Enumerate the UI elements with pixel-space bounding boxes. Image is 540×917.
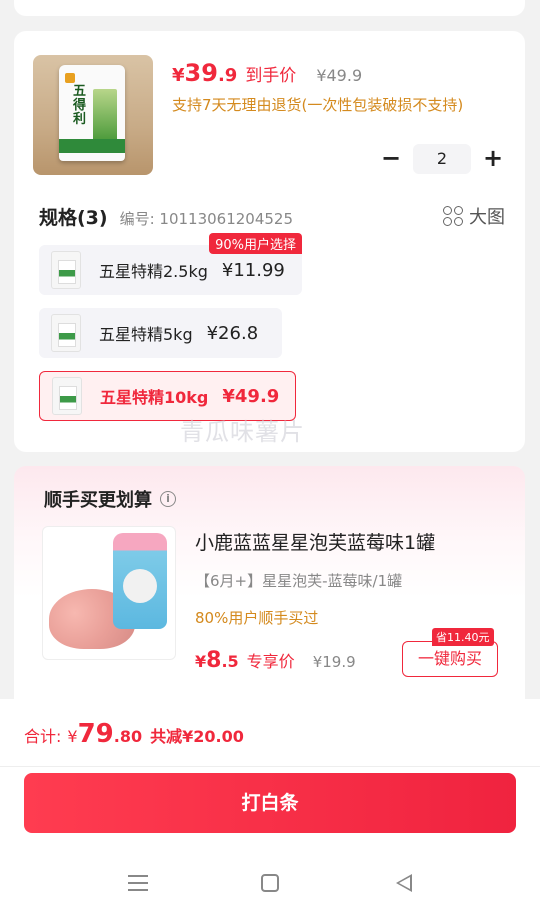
original-price: ¥49.9 (316, 66, 363, 85)
info-icon[interactable]: i (160, 491, 176, 507)
option-thumbnail (51, 314, 81, 352)
bag-brand-name: 五得利 (73, 84, 87, 127)
option-price: ¥11.99 (221, 259, 285, 281)
spec-option-5kg[interactable]: 五星特精5kg ¥26.8 (39, 308, 282, 358)
bundle-social-proof: 80%用户顺手买过 (195, 609, 319, 627)
divider (0, 766, 540, 767)
bundle-price: ¥8.5 (195, 648, 239, 673)
option-name: 五星特精2.5kg (99, 262, 208, 281)
order-total: 合计: ¥ 79 .80 共减¥20.00 (24, 719, 244, 749)
qty-minus-button[interactable]: − (377, 145, 405, 173)
price-row: ¥39.9 到手价 ¥49.9 (172, 59, 362, 87)
option-name: 五星特精5kg (99, 325, 193, 344)
bundle-price-row: ¥8.5 专享价 ¥19.9 (195, 648, 356, 673)
bundle-original-price: ¥19.9 (312, 653, 356, 671)
grid-view-icon (443, 206, 463, 226)
spec-option-2-5kg[interactable]: 五星特精2.5kg ¥11.99 90%用户选择 (39, 233, 302, 295)
bundle-title: 顺手买更划算 i (44, 486, 176, 512)
bundle-product-spec: 【6月+】星星泡芙-蓝莓味/1罐 (195, 572, 403, 590)
product-card: 五得利 ¥39.9 到手价 ¥49.9 支持7天无理由退货(一次性包装破损不支持… (14, 31, 525, 452)
bundle-product-image[interactable] (42, 526, 176, 660)
big-image-label: 大图 (469, 207, 505, 228)
previous-card-edge (14, 0, 525, 16)
flour-bag-image: 五得利 (59, 65, 125, 161)
option-thumbnail (51, 251, 81, 289)
total-discount: 共减¥20.00 (150, 727, 244, 746)
option-name: 五星特精10kg (100, 388, 209, 407)
puffs-jar-image (113, 533, 167, 629)
option-price: ¥49.9 (222, 385, 280, 407)
system-navigation-bar (0, 848, 540, 917)
spec-header: 规格(3) 编号: 10113061204525 大图 (39, 203, 505, 230)
qty-input[interactable]: 2 (413, 144, 471, 174)
save-amount-badge: 省11.40元 (432, 628, 494, 646)
total-amount-int: 79 (77, 719, 114, 749)
one-click-buy-button[interactable]: 一键购买 (402, 641, 498, 677)
pay-button[interactable]: 打白条 (24, 773, 516, 833)
final-price-label: 到手价 (245, 66, 297, 86)
big-image-button[interactable]: 大图 (443, 203, 505, 229)
watermark: 青瓜味薯片 (180, 418, 305, 446)
product-thumbnail[interactable]: 五得利 (33, 55, 153, 175)
bundle-title-text: 顺手买更划算 (44, 490, 152, 511)
popular-choice-badge: 90%用户选择 (209, 233, 302, 254)
total-amount-dec: .80 (113, 727, 143, 746)
back-icon[interactable] (396, 874, 412, 892)
bundle-card: 顺手买更划算 i 小鹿蓝蓝星星泡芙蓝莓味1罐 【6月+】星星泡芙-蓝莓味/1罐 … (14, 466, 525, 706)
bundle-price-label: 专享价 (246, 652, 295, 671)
final-price: ¥39.9 (172, 59, 238, 87)
brand-logo-icon (65, 73, 75, 83)
home-icon[interactable] (261, 874, 279, 892)
bag-stripe (59, 139, 125, 153)
spec-code: 编号: 10113061204525 (119, 210, 294, 228)
quantity-stepper: − 2 + (377, 144, 507, 174)
option-price: ¥26.8 (206, 322, 259, 344)
bundle-product-name[interactable]: 小鹿蓝蓝星星泡芙蓝莓味1罐 (195, 528, 435, 555)
recent-apps-icon[interactable] (128, 875, 148, 891)
return-policy: 支持7天无理由退货(一次性包装破损不支持) (172, 96, 464, 114)
spec-title: 规格(3) (39, 207, 108, 229)
total-label: 合计: (24, 727, 62, 746)
option-thumbnail (52, 377, 82, 415)
qty-plus-button[interactable]: + (479, 145, 507, 173)
total-currency: ¥ (67, 727, 78, 746)
wheat-graphic (93, 89, 117, 141)
